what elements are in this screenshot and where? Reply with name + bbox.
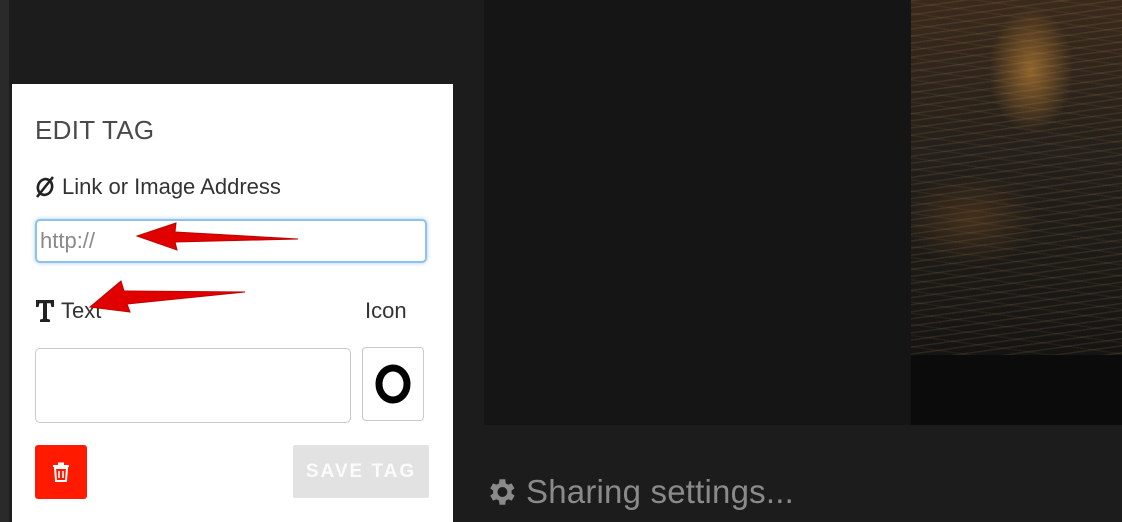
trash-icon [53, 462, 69, 482]
sharing-settings-link[interactable]: Sharing settings... [484, 471, 794, 513]
text-input[interactable] [35, 348, 351, 423]
link-label: Link or Image Address [62, 174, 281, 199]
text-label: Text [61, 298, 102, 323]
delete-tag-button[interactable] [35, 445, 87, 499]
panel-title: EDIT TAG [35, 115, 155, 145]
photo-shadow [911, 355, 1122, 425]
circle-ring-icon [375, 364, 411, 404]
sharing-settings-label: Sharing settings... [526, 473, 794, 510]
left-edge-strip [0, 0, 9, 522]
edit-tag-panel: EDIT TAG Link or Image Address Text Icon… [12, 84, 453, 522]
save-tag-button[interactable]: SAVE TAG [293, 445, 429, 498]
text-format-icon [36, 300, 54, 322]
link-address-input[interactable] [35, 219, 427, 263]
text-field-label: Text [35, 298, 101, 324]
icon-label: Icon [365, 298, 407, 323]
icon-picker-button[interactable] [362, 347, 424, 421]
background-photo [911, 0, 1122, 425]
link-field-label: Link or Image Address [34, 174, 281, 200]
preview-area [484, 0, 911, 425]
gear-icon [490, 479, 515, 505]
link-broken-icon [35, 176, 55, 198]
